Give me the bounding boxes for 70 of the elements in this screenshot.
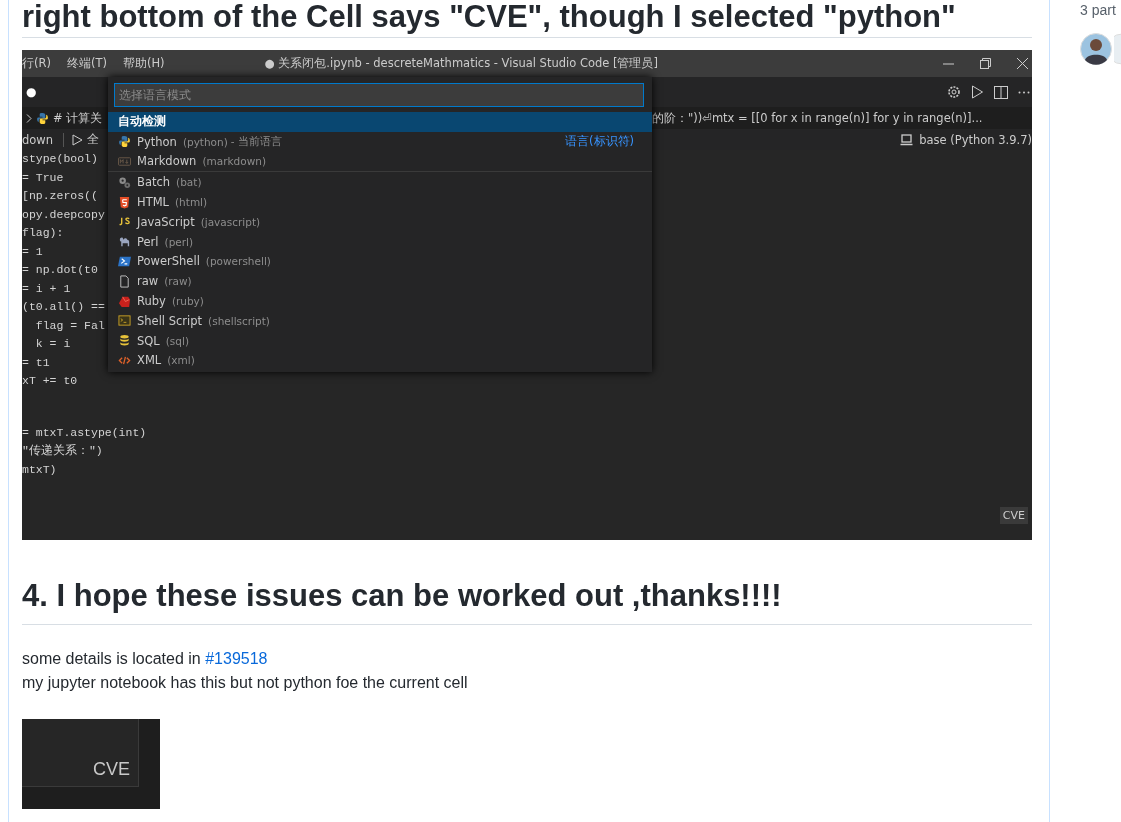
settings-icon[interactable] bbox=[947, 85, 961, 99]
issue-link[interactable]: #139518 bbox=[205, 650, 268, 667]
search-field[interactable]: 选择语言模式 bbox=[114, 83, 644, 107]
code-line: "传递关系：") bbox=[22, 443, 103, 459]
code-line: (t0.all() == bbox=[22, 299, 105, 315]
toolbar-item[interactable]: 全 bbox=[87, 132, 100, 147]
language-option[interactable]: Shell Script (shellscript) bbox=[108, 310, 652, 331]
breadcrumb-text[interactable]: # 计算关 bbox=[53, 110, 103, 126]
camel-icon bbox=[118, 235, 131, 249]
section-heading: 4. I hope these issues can be worked out ,thanks!!!! bbox=[22, 576, 1032, 625]
database-icon bbox=[118, 334, 131, 348]
run-all-icon[interactable] bbox=[72, 133, 84, 146]
code-line: opy.deepcopy bbox=[22, 206, 105, 223]
toolbar-item[interactable]: down bbox=[22, 132, 54, 147]
code-line: = i + 1 bbox=[22, 280, 71, 297]
python-icon bbox=[36, 111, 49, 125]
language-option[interactable]: XML (xml) bbox=[108, 350, 652, 371]
close-icon[interactable] bbox=[1017, 58, 1028, 69]
section-heading: right bottom of the Cell says "CVE", though I selected "python" bbox=[22, 0, 1032, 38]
chevron-icon bbox=[26, 113, 32, 123]
code-line: stype(bool) bbox=[22, 151, 98, 167]
restore-icon[interactable] bbox=[980, 58, 991, 69]
language-option[interactable]: Ruby (ruby) bbox=[108, 291, 652, 311]
unsaved-dot: ● bbox=[26, 85, 37, 99]
html-icon bbox=[118, 195, 131, 209]
code-line: mtxT) bbox=[22, 461, 57, 478]
code-line: k = i bbox=[34, 336, 71, 352]
code-line: xT += t0 bbox=[22, 373, 78, 389]
language-option[interactable]: PowerShell (powershell) bbox=[108, 251, 652, 272]
paragraph: my jupyter notebook has this but not python foe the current cell bbox=[22, 673, 469, 693]
avatar[interactable] bbox=[1080, 33, 1112, 65]
code-line: flag = Fal bbox=[34, 317, 105, 334]
language-option[interactable]: raw (raw) bbox=[108, 271, 652, 292]
cell-language-label: CVE bbox=[93, 759, 131, 781]
cell-language-label[interactable]: CVE bbox=[999, 507, 1028, 524]
language-option[interactable]: Perl (perl) bbox=[108, 231, 652, 252]
window-title: ● 关系闭包.ipynb - descreteMathmatics - Visual Studio Code [管理员] bbox=[264, 56, 658, 71]
terminal-prompt-icon bbox=[118, 254, 131, 268]
kernel-picker[interactable]: base (Python 3.9.7) bbox=[919, 132, 1032, 147]
language-option[interactable]: Batch (bat) bbox=[108, 171, 652, 193]
code-line: = mtxT.astype(int) bbox=[22, 424, 147, 441]
gears-icon bbox=[118, 175, 131, 189]
language-option[interactable]: Markdown (markdown) bbox=[108, 151, 652, 172]
code-line: = 1 bbox=[22, 243, 43, 260]
participants-label: 3 part bbox=[1080, 2, 1116, 18]
monitor-icon bbox=[900, 133, 914, 146]
code-line: = True bbox=[22, 169, 64, 186]
split-editor-icon[interactable] bbox=[994, 85, 1008, 99]
language-option[interactable]: HTML (html) bbox=[108, 192, 652, 212]
breadcrumb-text[interactable]: 的阶："))⏎mtx = [[0 for x in range(n)] for y in range(n)]... bbox=[652, 110, 983, 126]
gem-icon bbox=[118, 294, 131, 308]
code-line: = np.dot(t0 bbox=[22, 262, 98, 278]
terminal-icon bbox=[118, 314, 131, 328]
run-icon[interactable] bbox=[971, 85, 984, 99]
paragraph: some details is located in #139518 bbox=[22, 649, 269, 669]
menu-item[interactable]: 帮助(H) bbox=[122, 56, 165, 71]
code-line: flag): bbox=[22, 225, 64, 241]
minimize-icon[interactable] bbox=[943, 62, 954, 65]
file-icon bbox=[118, 274, 131, 288]
language-option[interactable]: JavaScript (javascript) bbox=[108, 212, 652, 232]
menu-item[interactable]: 终端(T) bbox=[66, 56, 107, 71]
language-option[interactable]: Python (python) - 当前语言 语言(标识符) bbox=[108, 131, 652, 152]
more-icon[interactable] bbox=[1018, 90, 1030, 94]
menu-item[interactable]: 行(R) bbox=[22, 56, 51, 71]
code-line: [np.zeros(( bbox=[22, 188, 98, 204]
markdown-icon bbox=[118, 155, 131, 168]
language-option[interactable]: 自动检测 bbox=[108, 112, 652, 132]
language-option[interactable]: SQL (sql) bbox=[108, 330, 652, 351]
code-line: = t1 bbox=[22, 354, 50, 371]
python-icon bbox=[118, 135, 131, 149]
